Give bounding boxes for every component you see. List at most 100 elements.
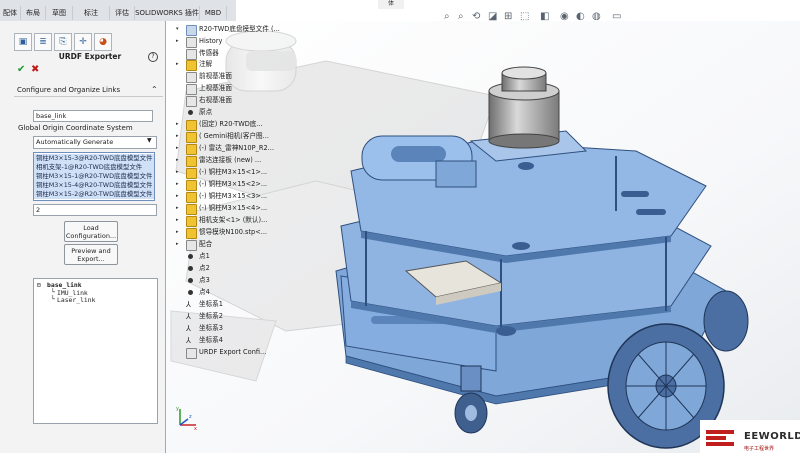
chevron-down-icon[interactable]: ▼ [147, 137, 152, 144]
feature-manager-tab-icon[interactable]: ▣ [14, 33, 32, 51]
expand-arrow-icon[interactable]: ▸ [176, 229, 179, 235]
coord-system-label: Global Origin Coordinate System [18, 124, 133, 132]
child-count-stepper[interactable]: 2 [33, 204, 157, 216]
ok-icon[interactable]: ✔ [17, 64, 25, 75]
tab-assembly[interactable]: 配体 [0, 6, 21, 20]
component-list[interactable]: 铜柱M3×15-3@R20-TWD底盘模型文件 相机支架-1@R20-TWD底盘… [33, 152, 155, 201]
part-icon [186, 216, 197, 227]
tree-item-label: (-) 铜柱M3×15<3>... [199, 192, 268, 200]
expand-arrow-icon[interactable]: ▸ [176, 217, 179, 223]
tree-item-label: 坐标系1 [199, 300, 223, 308]
hide-show-items-icon[interactable]: ◉ [560, 11, 571, 22]
tree-item-label: 雷达连接板 (new) ... [199, 156, 262, 164]
collapse-chevron-icon[interactable]: ⌃ [151, 84, 158, 96]
tree-item-label: History [199, 37, 223, 45]
point-icon [188, 266, 193, 271]
view-settings-icon[interactable]: ▭ [612, 11, 623, 22]
expand-arrow-icon[interactable]: ▸ [176, 133, 179, 139]
tree-item-label: 传感器 [199, 49, 219, 57]
coord-system-select[interactable]: Automatically Generate [33, 136, 157, 149]
link-name-input[interactable]: base_link [33, 110, 153, 122]
tree-item-label: 点4 [199, 288, 210, 296]
triad-z-label: z [189, 414, 192, 420]
tree-item-label: 右视基准面 [199, 96, 232, 104]
tree-item-label: 点2 [199, 264, 210, 272]
depth-camera [361, 135, 477, 188]
dimxpert-tab-icon[interactable]: ✛ [74, 33, 92, 51]
expand-arrow-icon[interactable]: ▸ [176, 181, 179, 187]
part-icon [186, 180, 197, 191]
tab-solidworks-addins[interactable]: SOLIDWORKS 插件 [135, 6, 200, 20]
list-item[interactable]: 铜柱M3×15-2@R20-TWD底盘模型文件 [34, 190, 154, 199]
tree-item-label: 点3 [199, 276, 210, 284]
previous-view-icon[interactable]: ⟲ [472, 11, 483, 22]
preview-button-line1: Preview and [71, 247, 111, 255]
load-button-line2: Configuration... [65, 232, 117, 240]
tab-evaluate[interactable]: 评估 [110, 6, 135, 20]
tree-item-label: 前视基准面 [199, 72, 232, 80]
tree-item-label: 坐标系4 [199, 336, 223, 344]
tree-item-label: (-) 铜柱M3×15<1>... [199, 168, 268, 176]
display-manager-tab-icon[interactable]: ◕ [94, 33, 112, 51]
cancel-icon[interactable]: ✖ [31, 64, 39, 75]
property-manager-tab-icon[interactable]: ≣ [34, 33, 52, 51]
tree-collapse-icon[interactable]: ⊟ [37, 281, 41, 289]
tree-item-label: 相机支架<1> (默认)... [199, 216, 268, 224]
point-icon [188, 254, 193, 259]
link-tree[interactable]: ⊟ base_link └ IMU_link └ Laser_link [33, 278, 158, 424]
help-icon[interactable]: ? [148, 52, 158, 62]
section-header[interactable]: Configure and Organize Links [14, 84, 163, 97]
list-item[interactable]: 铜柱M3×15-1@R20-TWD底盘模型文件 [34, 172, 154, 181]
expand-arrow-icon[interactable]: ▾ [176, 26, 179, 32]
apply-scene-icon[interactable]: ◍ [592, 11, 603, 22]
tab-mbd[interactable]: MBD [200, 6, 227, 20]
expand-arrow-icon[interactable]: ▸ [176, 61, 179, 67]
point-icon [188, 278, 193, 283]
part-icon [186, 120, 197, 131]
tree-item-label: (-) 铜柱M3×15<4>... [199, 204, 268, 212]
configuration-manager-tab-icon[interactable]: ⎘ [54, 33, 72, 51]
panel-title: URDF Exporter [58, 52, 122, 61]
tab-layout[interactable]: 布局 [21, 6, 46, 20]
tree-item-label: 注解 [199, 60, 213, 68]
part-icon [186, 228, 197, 239]
tree-connector: └ [51, 295, 55, 303]
tree-item-label: 坐标系2 [199, 312, 223, 320]
list-item[interactable]: 铜柱M3×15-4@R20-TWD底盘模型文件 [34, 181, 154, 190]
command-manager-tabs: 配体 布局 草图 标注 评估 SOLIDWORKS 插件 MBD [0, 0, 236, 22]
edit-appearance-icon[interactable]: ◐ [576, 11, 587, 22]
eeworld-emblem-icon [706, 430, 734, 446]
expand-arrow-icon[interactable]: ▸ [176, 145, 179, 151]
tab-sketch[interactable]: 草图 [46, 6, 73, 20]
tab-markup[interactable]: 标注 [73, 6, 110, 20]
list-item[interactable]: 铜柱M3×15-3@R20-TWD底盘模型文件 [34, 154, 154, 163]
section-view-icon[interactable]: ◪ [488, 11, 499, 22]
zoom-to-fit-icon[interactable]: ⌕ [444, 11, 455, 22]
tree-node-laser[interactable]: Laser_link [57, 296, 95, 304]
display-style-icon[interactable]: ◧ [540, 11, 551, 22]
manager-tabs: ▣ ≣ ⎘ ✛ ◕ [14, 33, 134, 51]
expand-arrow-icon[interactable]: ▸ [176, 38, 179, 44]
tree-item-label: 上视基准面 [199, 84, 232, 92]
part-icon [186, 156, 197, 167]
dynamic-annotation-icon[interactable]: ⊞ [504, 11, 515, 22]
assembly-icon [186, 25, 197, 36]
tree-item-label: R20-TWD底盘模型文件 (... [199, 25, 280, 33]
expand-arrow-icon[interactable]: ▸ [176, 169, 179, 175]
tree-item-label: (-) 雷达_雷神N10P_R2... [199, 144, 274, 152]
view-orientation-icon[interactable]: ⬚ [520, 11, 531, 22]
history-icon [186, 37, 197, 48]
expand-arrow-icon[interactable]: ▸ [176, 205, 179, 211]
zoom-area-icon[interactable]: ⌕ [458, 11, 469, 22]
watermark-name: EEWORLD [744, 431, 800, 442]
expand-arrow-icon[interactable]: ▸ [176, 121, 179, 127]
expand-arrow-icon[interactable]: ▸ [176, 241, 179, 247]
load-configuration-button[interactable]: Load Configuration... [64, 221, 118, 242]
preview-export-button[interactable]: Preview and Export... [64, 244, 118, 265]
list-item[interactable]: 相机支架-1@R20-TWD底盘模型文件 [34, 163, 154, 172]
expand-arrow-icon[interactable]: ▸ [176, 157, 179, 163]
tree-item-label: 原点 [199, 108, 213, 116]
expand-arrow-icon[interactable]: ▸ [176, 193, 179, 199]
tree-item-label: (固定) R20-TWD底... [199, 120, 263, 128]
coordinate-system-icon: ⅄ [186, 336, 191, 345]
